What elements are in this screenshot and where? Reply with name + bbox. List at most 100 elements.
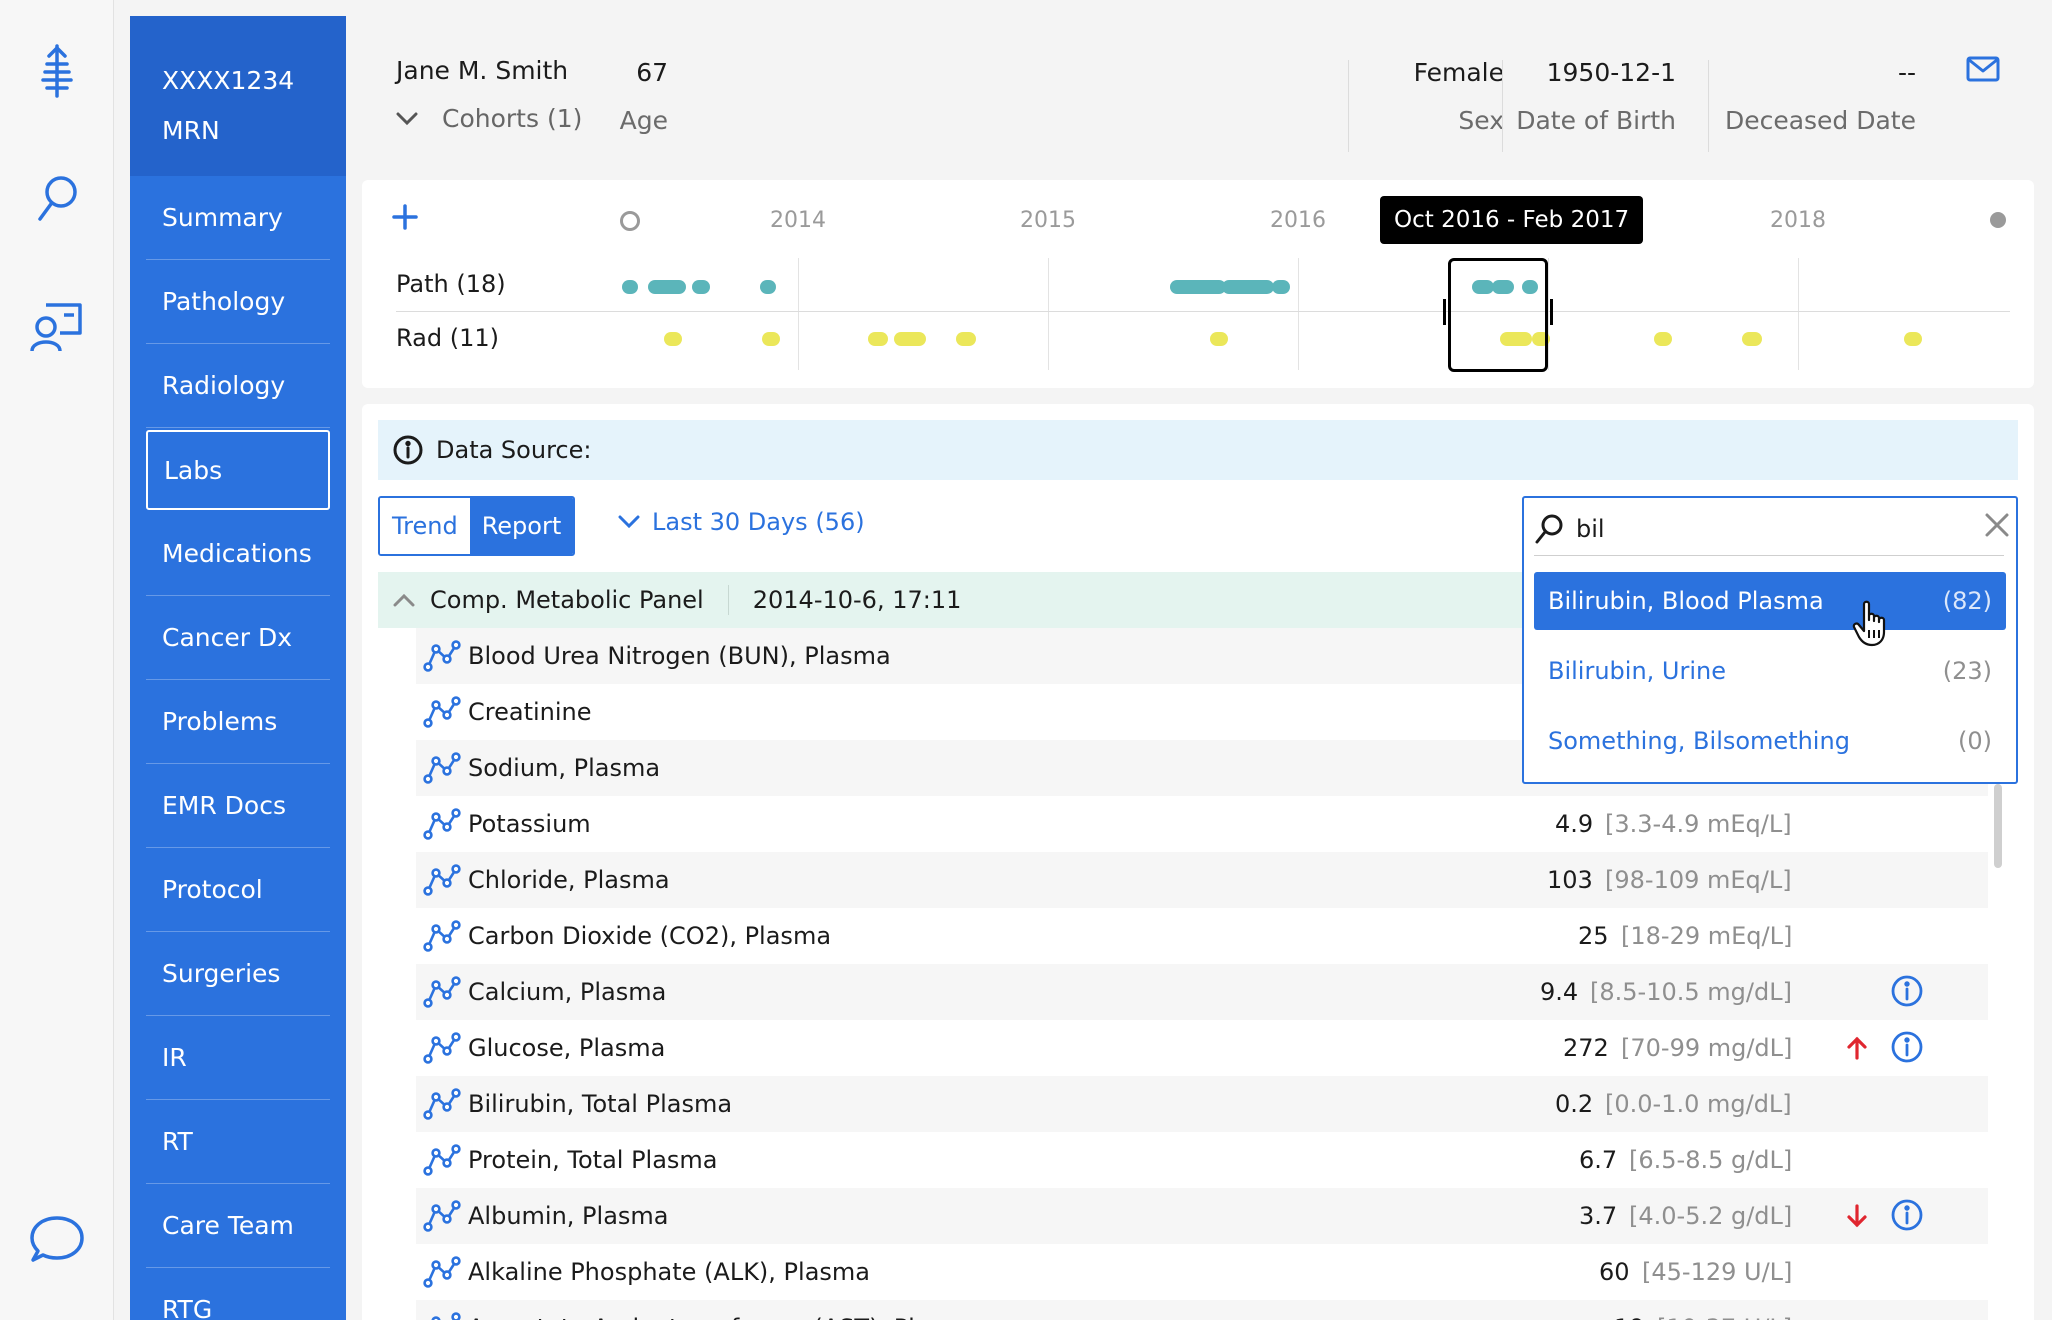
search-input[interactable] xyxy=(1576,514,1956,543)
lab-row[interactable]: Carbon Dioxide (CO2), Plasma 25 [18-29 mEq… xyxy=(416,908,1988,964)
info-icon[interactable] xyxy=(1890,1198,1924,1238)
chat-icon[interactable] xyxy=(22,1204,92,1274)
patient-header: Jane M. Smith Cohorts (1) 67 Age Female … xyxy=(346,16,2052,172)
deceased-value: -- xyxy=(1897,58,1916,87)
tab-report[interactable]: Report xyxy=(469,498,574,554)
rad-event[interactable] xyxy=(1210,332,1228,346)
lab-row[interactable]: Aspartate Aminotransferase (AST), Plasma… xyxy=(416,1300,1988,1320)
search-option[interactable]: Bilirubin, Blood Plasma (82) xyxy=(1534,572,2006,630)
nav-item-pathology[interactable]: Pathology xyxy=(146,260,330,344)
lab-row[interactable]: Glucose, Plasma 272 [70-99 mg/dL] xyxy=(416,1020,1988,1076)
rad-event[interactable] xyxy=(868,332,888,346)
nav-item-label: Surgeries xyxy=(162,959,281,988)
search-option[interactable]: Bilirubin, Urine (23) xyxy=(1534,642,2006,700)
trend-chart-icon[interactable] xyxy=(416,920,468,952)
path-event[interactable] xyxy=(1222,280,1274,294)
nav-item-ir[interactable]: IR xyxy=(146,1016,330,1100)
lab-reference-range: [4.0-5.2 g/dL] xyxy=(1629,1202,1793,1230)
trend-chart-icon[interactable] xyxy=(416,1312,468,1320)
nav-item-surgeries[interactable]: Surgeries xyxy=(146,932,330,1016)
trend-chart-icon[interactable] xyxy=(416,1088,468,1120)
rad-row-label: Rad (11) xyxy=(396,324,499,352)
selection-handle-right[interactable] xyxy=(1550,299,1553,325)
lab-row[interactable]: Protein, Total Plasma 6.7 [6.5-8.5 g/dL] xyxy=(416,1132,1988,1188)
rad-event[interactable] xyxy=(762,332,780,346)
nav-item-rt[interactable]: RT xyxy=(146,1100,330,1184)
rad-event[interactable] xyxy=(956,332,976,346)
trend-chart-icon[interactable] xyxy=(416,752,468,784)
nav-item-problems[interactable]: Problems xyxy=(146,680,330,764)
rad-event[interactable] xyxy=(1654,332,1672,346)
selection-handle-left[interactable] xyxy=(1443,299,1446,325)
tree-logo-icon[interactable] xyxy=(22,36,92,106)
hand-cursor-icon xyxy=(1852,600,1892,652)
trend-chart-icon[interactable] xyxy=(416,696,468,728)
lab-row[interactable]: Albumin, Plasma 3.7 [4.0-5.2 g/dL] xyxy=(416,1188,1988,1244)
timeline-selection-window[interactable] xyxy=(1443,258,1553,372)
mail-icon[interactable] xyxy=(1966,56,2000,86)
search-icon[interactable] xyxy=(22,164,92,234)
nav-item-labs[interactable]: Labs xyxy=(146,430,330,510)
lab-row[interactable]: Chloride, Plasma 103 [98-109 mEq/L] xyxy=(416,852,1988,908)
path-event[interactable] xyxy=(622,280,638,294)
nav-item-care-team[interactable]: Care Team xyxy=(146,1184,330,1268)
path-event[interactable] xyxy=(1272,280,1290,294)
nav-item-label: IR xyxy=(162,1043,187,1072)
trend-chart-icon[interactable] xyxy=(416,1032,468,1064)
rad-event[interactable] xyxy=(1904,332,1922,346)
tab-trend[interactable]: Trend xyxy=(380,498,470,554)
nav-item-label: Problems xyxy=(162,707,278,736)
path-event[interactable] xyxy=(1170,280,1226,294)
lab-reference-range: [0.0-1.0 mg/dL] xyxy=(1605,1090,1792,1118)
trend-chart-icon[interactable] xyxy=(416,1256,468,1288)
year-gridline xyxy=(1048,258,1049,370)
lab-value: 6.7 xyxy=(1579,1146,1618,1174)
nav-item-label: Pathology xyxy=(162,287,286,316)
lab-value: 60 xyxy=(1599,1258,1630,1286)
lab-reference-range: [3.3-4.9 mEq/L] xyxy=(1605,810,1792,838)
rad-event[interactable] xyxy=(664,332,682,346)
add-icon[interactable] xyxy=(392,204,418,234)
date-range-label: Last 30 Days (56) xyxy=(652,508,865,536)
path-event[interactable] xyxy=(760,280,776,294)
panel-group-timestamp: 2014-10-6, 17:11 xyxy=(727,585,961,615)
lab-row[interactable]: Alkaline Phosphate (ALK), Plasma 60 [45-12… xyxy=(416,1244,1988,1300)
info-icon[interactable] xyxy=(1890,1030,1924,1070)
nav-item-medications[interactable]: Medications xyxy=(146,512,330,596)
nav-item-label: RT xyxy=(162,1127,193,1156)
path-event[interactable] xyxy=(692,280,710,294)
path-event[interactable] xyxy=(648,280,686,294)
info-icon[interactable] xyxy=(1890,974,1924,1014)
lab-row[interactable]: Potassium 4.9 [3.3-4.9 mEq/L] xyxy=(416,796,1988,852)
people-board-icon[interactable] xyxy=(22,292,92,362)
search-option[interactable]: Something, Bilsomething (0) xyxy=(1534,712,2006,770)
nav-item-emr-docs[interactable]: EMR Docs xyxy=(146,764,330,848)
rad-event[interactable] xyxy=(1742,332,1762,346)
nav-item-rtg[interactable]: RTG xyxy=(146,1268,330,1320)
lab-row[interactable]: Calcium, Plasma 9.4 [8.5-10.5 mg/dL] xyxy=(416,964,1988,1020)
year-gridline xyxy=(1798,258,1799,370)
scrollbar[interactable] xyxy=(1994,784,2002,868)
rad-event[interactable] xyxy=(894,332,926,346)
dob-label: Date of Birth xyxy=(1516,106,1676,135)
lab-search-dropdown: Bilirubin, Blood Plasma (82) Bilirubin, … xyxy=(1522,496,2018,784)
trend-chart-icon[interactable] xyxy=(416,640,468,672)
trend-chart-icon[interactable] xyxy=(416,976,468,1008)
nav-item-radiology[interactable]: Radiology xyxy=(146,344,330,428)
nav-item-protocol[interactable]: Protocol xyxy=(146,848,330,932)
timeline-end-marker xyxy=(1990,212,2006,228)
trend-chart-icon[interactable] xyxy=(416,808,468,840)
trend-chart-icon[interactable] xyxy=(416,864,468,896)
trend-chart-icon[interactable] xyxy=(416,1200,468,1232)
close-icon[interactable] xyxy=(1984,512,2010,542)
trend-chart-icon[interactable] xyxy=(416,1144,468,1176)
nav-item-summary[interactable]: Summary xyxy=(146,176,330,260)
chevron-up-icon[interactable] xyxy=(378,593,430,607)
nav-item-cancer-dx[interactable]: Cancer Dx xyxy=(146,596,330,680)
age-label: Age xyxy=(619,106,668,135)
dob-field: 1950-12-1 Date of Birth xyxy=(1516,56,1676,138)
sex-field: Female Sex xyxy=(1386,56,1504,138)
lab-row[interactable]: Bilirubin, Total Plasma 0.2 [0.0-1.0 mg/dL… xyxy=(416,1076,1988,1132)
date-range-dropdown[interactable]: Last 30 Days (56) xyxy=(618,508,865,536)
year-label: 2016 xyxy=(1270,208,1326,233)
